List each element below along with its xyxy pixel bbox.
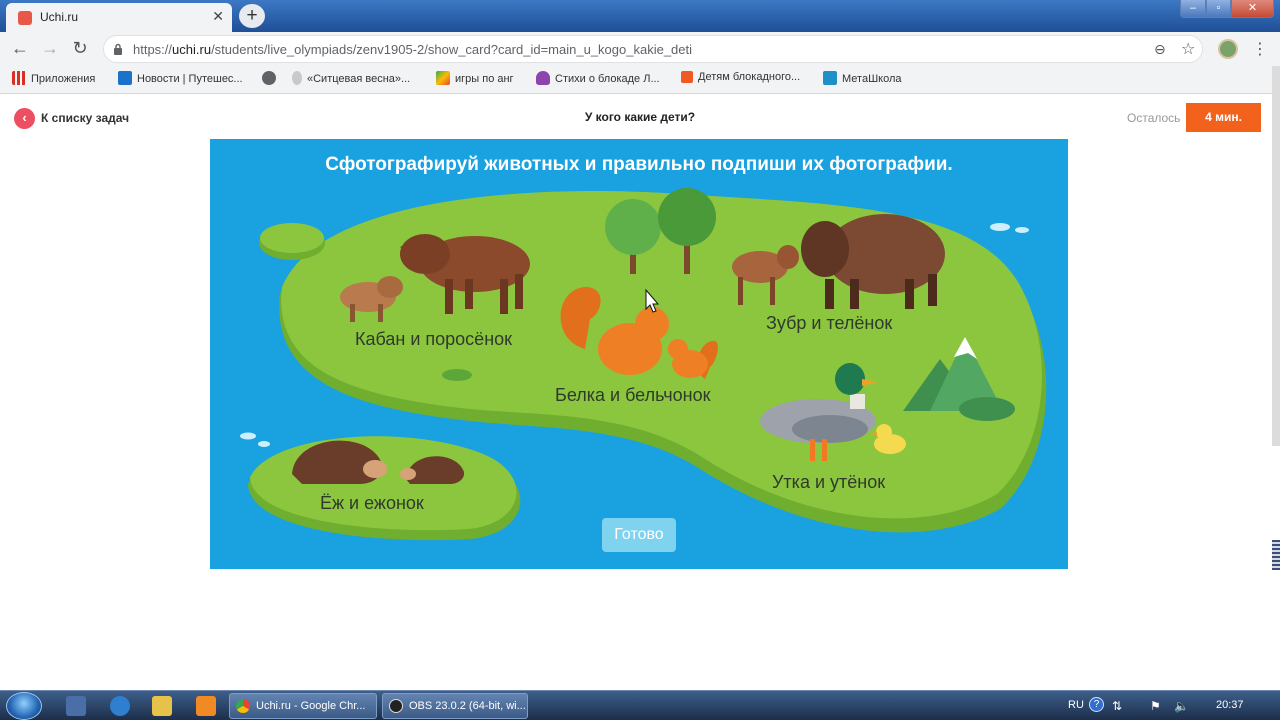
browser-tab-uchi[interactable]: Uchi.ru ✕ [6,3,232,32]
done-button[interactable]: Готово [602,518,676,552]
taskbar-obs[interactable]: OBS 23.0.2 (64-bit, wi... [382,693,528,719]
reload-icon[interactable]: ↻ [68,38,92,59]
menu-kebab-icon[interactable]: ⋮ [1252,39,1268,59]
chrome-icon [236,699,250,713]
system-clock[interactable]: 20:37 [1216,699,1244,711]
bookmark-games-english[interactable]: игры по анг [436,71,514,85]
globe-icon [262,71,276,85]
metaschool-icon [823,71,837,85]
apps-icon [12,71,26,85]
window-minimize-button[interactable]: – [1180,0,1206,18]
zoom-icon[interactable]: ⊖ [1154,41,1166,58]
new-tab-button[interactable]: + [239,4,265,28]
help-icon[interactable]: ? [1089,697,1104,712]
right-scrollbar[interactable] [1272,66,1280,446]
internet-explorer-icon[interactable] [110,696,130,716]
window-maximize-button[interactable]: ▫ [1206,0,1231,18]
explorer-pin-icon[interactable] [66,696,86,716]
bookmark-apps[interactable]: Приложения [12,71,95,85]
label-boar[interactable]: Кабан и поросёнок [355,329,512,350]
back-arrow-icon[interactable]: ← [8,38,32,59]
back-to-tasks-label: К списку задач [41,111,130,125]
bookmark-sitsevaya[interactable]: «Ситцевая весна»... [292,71,410,85]
bookmarks-bar: Приложения Новости | Путешес... «Ситцева… [0,66,1280,94]
bookmark-blockade-poems[interactable]: Стихи о блокаде Л... [536,71,660,85]
square-icon [681,71,693,83]
media-player-icon[interactable] [196,696,216,716]
puzzle-icon [436,71,450,85]
volume-icon[interactable]: 🔈 [1174,699,1189,713]
right-edge-decor [1272,540,1280,570]
url-text[interactable]: https://uchi.ru/students/live_olympiads/… [133,42,692,57]
flower-icon [292,71,302,85]
windows-taskbar: Uchi.ru - Google Chr... OBS 23.0.2 (64-b… [0,690,1280,720]
chevron-left-icon: ‹ [14,108,35,129]
folder-icon[interactable] [152,696,172,716]
browser-titlebar: Uchi.ru ✕ + – ▫ ✕ [0,0,1280,32]
small-island [260,223,324,253]
label-duck[interactable]: Утка и утёнок [772,472,885,493]
start-button[interactable] [6,692,42,720]
address-bar[interactable]: https://uchi.ru/students/live_olympiads/… [103,35,1203,63]
bush-icon [442,369,472,381]
uchi-favicon-icon [18,11,32,25]
taskbar-chrome[interactable]: Uchi.ru - Google Chr... [229,693,377,719]
task-instruction: Сфотографируй животных и правильно подпи… [325,154,953,175]
label-hedgehog[interactable]: Ёж и ежонок [320,493,424,514]
forward-arrow-icon[interactable]: → [38,38,62,59]
browser-toolbar: ← → ↻ https://uchi.ru/students/live_olym… [0,32,1280,66]
task-card: Сфотографируй животных и правильно подпи… [210,139,1068,569]
tab-close-icon[interactable]: ✕ [212,8,224,25]
network-flag-icon[interactable]: ⚑ [1150,699,1161,713]
tab-title: Uchi.ru [40,10,79,24]
label-bison[interactable]: Зубр и телёнок [766,313,892,334]
bookmark-blockade-children[interactable]: Детям блокадного... [681,71,800,83]
page-title: У кого какие дети? [584,110,696,124]
bookmark-metaschool[interactable]: МетаШкола [823,71,902,85]
profile-avatar[interactable] [1218,39,1238,59]
bookmark-star-icon[interactable]: ☆ [1181,39,1195,59]
lock-icon [114,43,122,55]
obs-icon [389,699,403,713]
label-squirrel[interactable]: Белка и бельчонок [555,385,710,406]
news-icon [118,71,132,85]
window-close-button[interactable]: ✕ [1231,0,1274,18]
bookmark-news[interactable]: Новости | Путешес... [118,71,243,85]
language-indicator[interactable]: RU [1068,699,1084,711]
time-left-label: Осталось [1127,111,1181,125]
bookmark-globe[interactable] [262,71,281,85]
tray-arrows-icon[interactable]: ⇅ [1112,699,1122,713]
timer-badge: 4 мин. [1186,103,1261,132]
butterfly-icon [536,71,550,85]
